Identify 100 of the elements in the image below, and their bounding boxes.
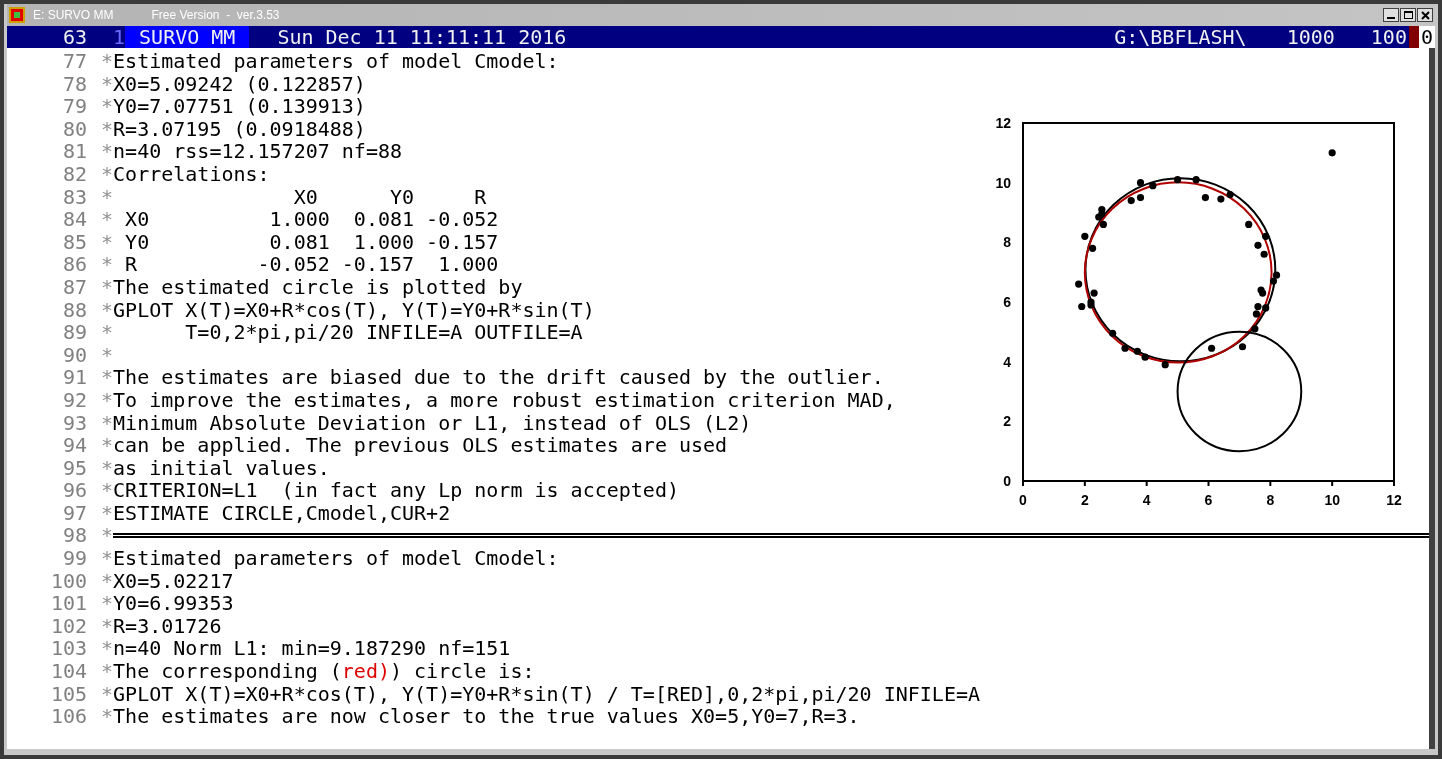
date-time: Sun Dec 11 11:11:11 2016 (277, 26, 567, 48)
data-point (1192, 176, 1200, 184)
line-number: 101 (49, 592, 87, 615)
control-mark: * (101, 501, 114, 525)
line-number: 103 (49, 637, 87, 661)
cursor-marker (1408, 26, 1419, 48)
x-tick (1207, 480, 1210, 487)
line-number: 102 (49, 614, 87, 638)
control-mark: * (101, 547, 114, 570)
control-mark: * (101, 637, 114, 661)
text-line: n=40 rss=12.157207 nf=88 (113, 140, 403, 163)
text-line: as initial values. (113, 456, 330, 480)
text-line: R=3.01726 (113, 614, 222, 638)
text-line: R=3.07195 (0.0918488) (113, 117, 366, 141)
text-line: Estimated parameters of model Cmodel: (113, 547, 559, 570)
text-line: CRITERION=L1 (in fact any Lp norm is accepted) (113, 479, 679, 502)
control-mark: * (101, 95, 114, 118)
close-icon (1420, 10, 1430, 20)
data-point (1238, 343, 1247, 351)
line-number: 82 (61, 162, 87, 186)
line-number: 89 (61, 321, 87, 344)
text-line: X0 1.000 0.081 -0.052 (124, 208, 499, 231)
line-number: 85 (61, 230, 87, 254)
width-value: 100 (1370, 26, 1407, 48)
control-mark: * (101, 569, 114, 593)
control-mark: * (101, 230, 114, 254)
x-tick (1331, 480, 1334, 487)
control-mark: * (101, 208, 114, 231)
tick-label: 8 (1003, 234, 1011, 251)
line-number: 78 (61, 72, 87, 96)
data-point (1208, 344, 1216, 352)
line-number: 105 (49, 682, 87, 706)
line-number: 99 (61, 547, 87, 570)
tick-label: 4 (1003, 353, 1011, 370)
tick-label: 2 (1003, 413, 1011, 430)
control-mark: * (101, 343, 114, 367)
data-point (1161, 361, 1169, 369)
data-point (1149, 182, 1157, 190)
control-mark: * (101, 705, 114, 728)
text-line: The estimates are now closer to the true values X0=5,Y0=7,R=3. (113, 705, 860, 728)
line-number: 100 (49, 569, 87, 593)
text-line: To improve the estimates, a more robust estimation criterion MAD, (113, 388, 896, 412)
control-mark: * (101, 321, 114, 344)
control-mark: * (101, 592, 114, 615)
text-line: The estimates are biased due to the drift caused by the outlier. (113, 366, 884, 389)
tick-label: 0 (1019, 492, 1027, 508)
text-line: The corresponding (red)) circle is: (113, 660, 535, 683)
line-number: 96 (61, 479, 87, 502)
text-line: Y0 0.081 1.000 -0.157 (124, 230, 499, 254)
control-mark: * (101, 162, 114, 186)
close-button[interactable] (1417, 8, 1433, 22)
data-point (1081, 232, 1089, 240)
current-path: G:\BBFLASH\ (1114, 26, 1247, 48)
control-mark: * (101, 479, 114, 502)
x-tick (1083, 480, 1086, 487)
maximize-button[interactable] (1400, 8, 1416, 22)
tick-label: 6 (1003, 294, 1011, 310)
line-count: 63 (61, 26, 87, 48)
text-line: R -0.052 -0.157 1.000 (124, 253, 499, 276)
line-number: 91 (61, 366, 87, 389)
line-number: 86 (61, 253, 87, 276)
control-mark: * (101, 140, 114, 163)
line-number: 88 (61, 298, 87, 322)
text-line: can be applied. The previous OLS estimates are used (113, 434, 728, 457)
tick-label: 4 (1142, 492, 1151, 508)
text-line: GPLOT X(T)=X0+R*cos(T), Y(T)=Y0+R*sin(T) (113, 298, 595, 322)
text-line: T=0,2*pi,pi/20 INFILE=A OUTFILE=A (184, 321, 583, 344)
control-mark: * (101, 682, 114, 706)
text-line: GPLOT X(T)=X0+R*cos(T), Y(T)=Y0+R*sin(T) / T=[RED],0,2*pi,pi/20 INFILE=A (113, 682, 980, 706)
data-point (1174, 176, 1182, 184)
program-name: SURVO MM (125, 26, 250, 48)
text-line: n=40 Norm L1: min=9.187290 nf=151 (113, 637, 511, 661)
data-point (1251, 325, 1259, 333)
minimize-button[interactable] (1383, 8, 1399, 22)
control-mark: * (101, 50, 114, 73)
text-line: X0=5.02217 (113, 569, 234, 593)
data-point (1201, 194, 1209, 202)
tick-label: 8 (1266, 492, 1275, 508)
text-line: Estimated parameters of model Cmodel: (113, 50, 559, 73)
data-point (1088, 244, 1097, 252)
control-mark: * (101, 614, 114, 638)
data-point (1109, 329, 1117, 337)
data-point (1136, 179, 1145, 187)
text-line: X0 Y0 R (292, 185, 487, 209)
line-number: 95 (61, 456, 87, 480)
line-number: 83 (61, 185, 87, 209)
x-tick (1145, 480, 1148, 487)
line-number: 81 (61, 140, 87, 163)
line-number: 94 (61, 434, 87, 457)
line-number: 92 (61, 388, 87, 412)
control-mark: * (101, 298, 114, 322)
line-number: 98 (61, 524, 87, 548)
window-title: E: SURVO MM (33, 7, 114, 24)
control-mark: * (101, 72, 114, 96)
control-mark: * (101, 275, 114, 299)
text-line: ESTIMATE CIRCLE,Cmodel,CUR+2 (113, 501, 451, 525)
tick-label: 10 (1324, 492, 1340, 508)
control-mark: * (101, 434, 114, 457)
line-number: 79 (61, 95, 87, 118)
tick-label: 10 (995, 174, 1011, 191)
